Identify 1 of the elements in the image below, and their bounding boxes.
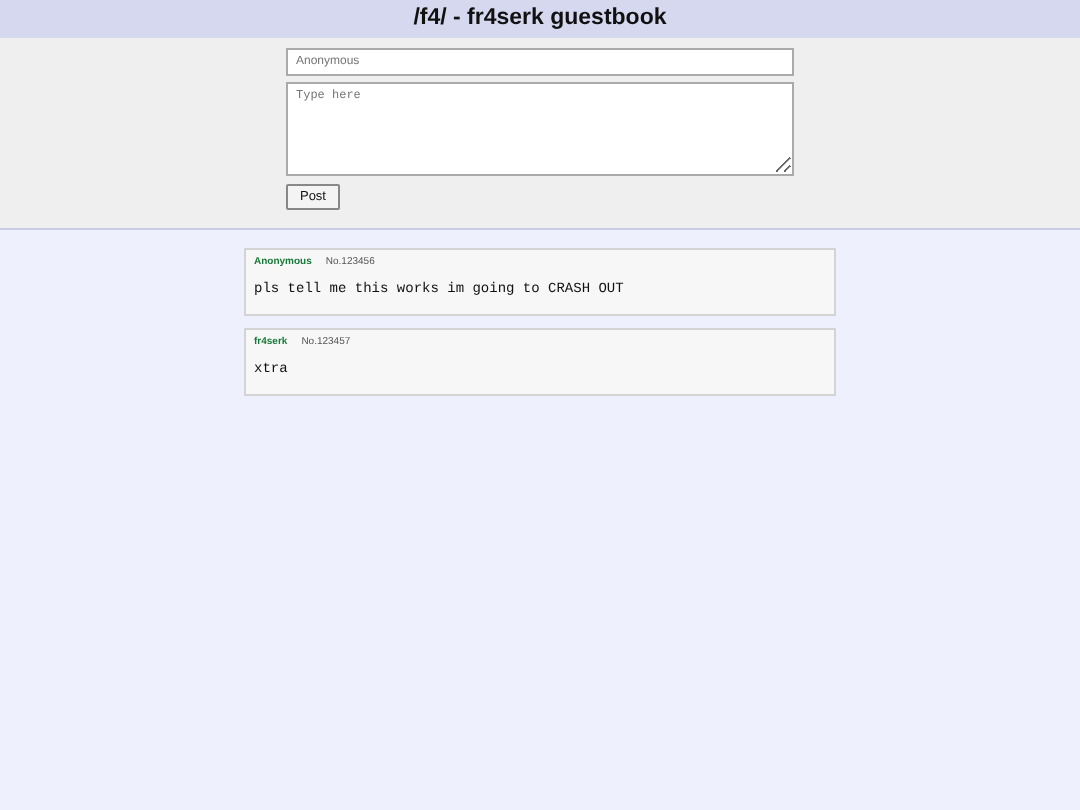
page-title: /f4/ - fr4serk guestbook <box>411 4 669 34</box>
